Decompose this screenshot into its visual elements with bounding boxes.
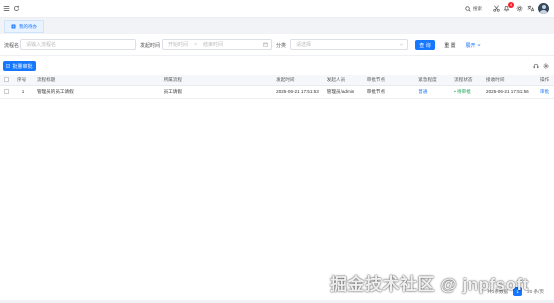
- scissors-icon[interactable]: [492, 4, 501, 13]
- approve-link[interactable]: 审批: [535, 85, 554, 99]
- search-label[interactable]: 搜索: [473, 6, 482, 12]
- range-separator: ~: [194, 41, 197, 48]
- calendar-icon: [263, 42, 268, 47]
- page-size-select[interactable]: 20 条/页: [527, 289, 544, 295]
- settings-icon[interactable]: [515, 4, 524, 13]
- col-start-time: 发起时间: [272, 75, 323, 86]
- process-name-input[interactable]: 请输入流程名: [20, 39, 136, 50]
- headset-icon[interactable]: [532, 62, 539, 69]
- cell-receive-time: 2025-06-21 17:51:56: [482, 85, 536, 99]
- chevron-down-icon: [477, 43, 481, 47]
- main-panel: 流程名 请输入流程名 发起时间 开始时间 ~ 结束时间 分类 请选择 查 询 重…: [0, 34, 554, 300]
- user-avatar[interactable]: [538, 3, 549, 14]
- batch-approve-label: 批量审批: [12, 63, 33, 70]
- check-list-icon: [6, 64, 11, 68]
- cell-initiator: 管理员/admin: [322, 85, 363, 99]
- list-icon: [11, 24, 16, 29]
- cell-status: • 待审批: [450, 85, 483, 99]
- avatar-body-icon: [540, 9, 547, 14]
- row-checkbox-cell: [0, 85, 13, 99]
- tab-my-todo[interactable]: 我的待办: [4, 20, 44, 33]
- col-process: 所属流程: [159, 75, 273, 86]
- column-settings-icon[interactable]: [542, 62, 549, 69]
- process-name-label: 流程名: [4, 43, 20, 49]
- chevron-down-icon: [399, 42, 404, 47]
- avatar-head-icon: [541, 5, 546, 9]
- col-actions: 操作: [535, 75, 554, 86]
- menu-toggle-icon[interactable]: [2, 4, 11, 13]
- col-urgency: 紧急程度: [414, 75, 451, 86]
- col-initiator: 发起人员: [322, 75, 363, 86]
- notification-badge: 4: [508, 2, 514, 8]
- select-all-checkbox[interactable]: [4, 77, 9, 83]
- date-range-picker[interactable]: 开始时间 ~ 结束时间: [162, 39, 272, 50]
- start-time-placeholder: 开始时间: [168, 42, 189, 48]
- table-row[interactable]: 1 管理员的员工请假 员工请假 2025-06-21 17:51:53 管理员/…: [0, 85, 554, 99]
- batch-approve-button[interactable]: 批量审批: [3, 61, 36, 71]
- end-time-placeholder: 结束时间: [202, 42, 223, 48]
- col-title: 流程标题: [32, 75, 160, 86]
- header-checkbox-cell: [0, 75, 13, 86]
- search-button[interactable]: 查 询: [415, 40, 435, 50]
- language-icon[interactable]: [526, 4, 535, 13]
- col-node: 审批节点: [362, 75, 415, 86]
- col-index: 序号: [13, 75, 33, 86]
- table-toolbar: 批量审批: [0, 56, 554, 74]
- cell-start-time: 2025-06-21 17:51:53: [272, 85, 323, 99]
- expand-button[interactable]: 展开: [462, 40, 484, 50]
- category-label: 分类: [276, 43, 287, 49]
- cell-title: 管理员的员工请假: [32, 85, 160, 99]
- refresh-icon[interactable]: [12, 4, 21, 13]
- process-name-placeholder: 请输入流程名: [26, 42, 57, 48]
- search-icon[interactable]: [464, 5, 471, 12]
- row-checkbox[interactable]: [4, 89, 9, 95]
- start-time-label: 发起时间: [140, 43, 161, 49]
- cell-urgency: 普通: [414, 85, 451, 99]
- tab-bar: 我的待办: [0, 18, 554, 34]
- col-receive-time: 接收时间: [482, 75, 536, 86]
- cell-node: 审批节点: [362, 85, 415, 99]
- watermark: 掘金技术社区 @ jnpfsoft: [330, 275, 529, 294]
- tab-label: 我的待办: [19, 23, 37, 29]
- table-header-row: 序号 流程标题 所属流程 发起时间 发起人员 审批节点 紧急程度 流程状态 接收…: [0, 75, 554, 86]
- todo-table: 序号 流程标题 所属流程 发起时间 发起人员 审批节点 紧急程度 流程状态 接收…: [0, 75, 554, 99]
- cell-process: 员工请假: [159, 85, 273, 99]
- filter-bar: 流程名 请输入流程名 发起时间 开始时间 ~ 结束时间 分类 请选择 查 询 重…: [0, 34, 554, 56]
- cell-index: 1: [13, 85, 33, 99]
- col-status: 流程状态: [450, 75, 483, 86]
- top-bar: 搜索 4: [0, 0, 554, 18]
- category-select[interactable]: 请选择: [290, 39, 408, 50]
- reset-button[interactable]: 重 置: [442, 40, 458, 50]
- expand-label: 展开: [465, 42, 476, 49]
- category-placeholder: 请选择: [296, 42, 312, 48]
